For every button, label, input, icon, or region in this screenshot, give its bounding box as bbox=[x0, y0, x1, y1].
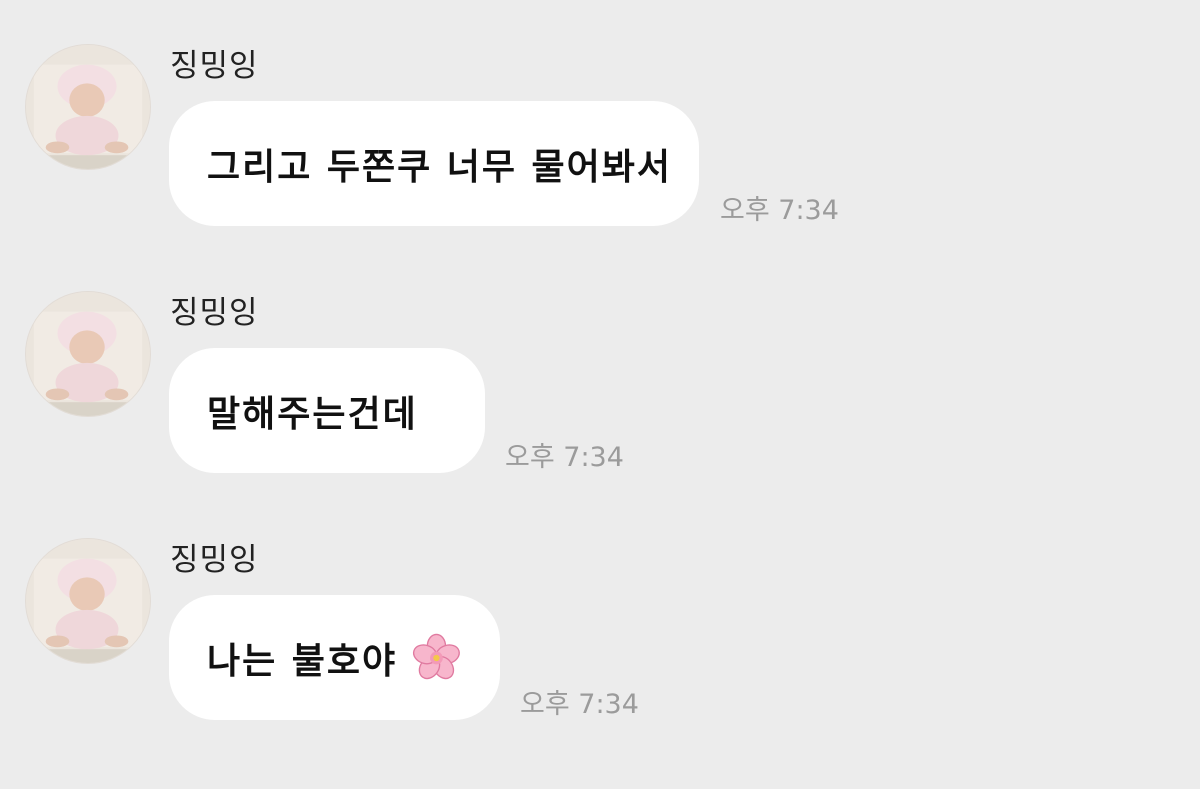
chat-message: 징밍잉 나는 불호야 오후 7:34 bbox=[0, 494, 1200, 720]
sender-name: 징밍잉 bbox=[170, 295, 259, 331]
profile-avatar[interactable] bbox=[25, 538, 151, 664]
baby-photo-icon bbox=[26, 45, 150, 169]
sender-name: 징밍잉 bbox=[170, 542, 259, 578]
message-timestamp: 오후 7:34 bbox=[505, 442, 624, 473]
message-bubble[interactable]: 말해주는건데 bbox=[169, 348, 485, 473]
sender-name: 징밍잉 bbox=[170, 48, 259, 84]
message-bubble[interactable]: 그리고 두쫀쿠 너무 물어봐서 bbox=[169, 101, 699, 226]
message-text: 그리고 두쫀쿠 너무 물어봐서 bbox=[207, 146, 673, 188]
message-text: 나는 불호야 bbox=[207, 640, 398, 682]
cherry-blossom-icon bbox=[411, 630, 462, 686]
message-timestamp: 오후 7:34 bbox=[520, 689, 639, 720]
profile-avatar[interactable] bbox=[25, 44, 151, 170]
message-timestamp: 오후 7:34 bbox=[720, 195, 839, 226]
baby-photo-icon bbox=[26, 539, 150, 663]
chat-message: 징밍잉 그리고 두쫀쿠 너무 물어봐서 오후 7:34 bbox=[0, 0, 1200, 226]
message-bubble[interactable]: 나는 불호야 bbox=[169, 595, 500, 720]
profile-avatar[interactable] bbox=[25, 291, 151, 417]
chat-message: 징밍잉 말해주는건데 오후 7:34 bbox=[0, 247, 1200, 473]
baby-photo-icon bbox=[26, 292, 150, 416]
message-text: 말해주는건데 bbox=[207, 393, 418, 435]
